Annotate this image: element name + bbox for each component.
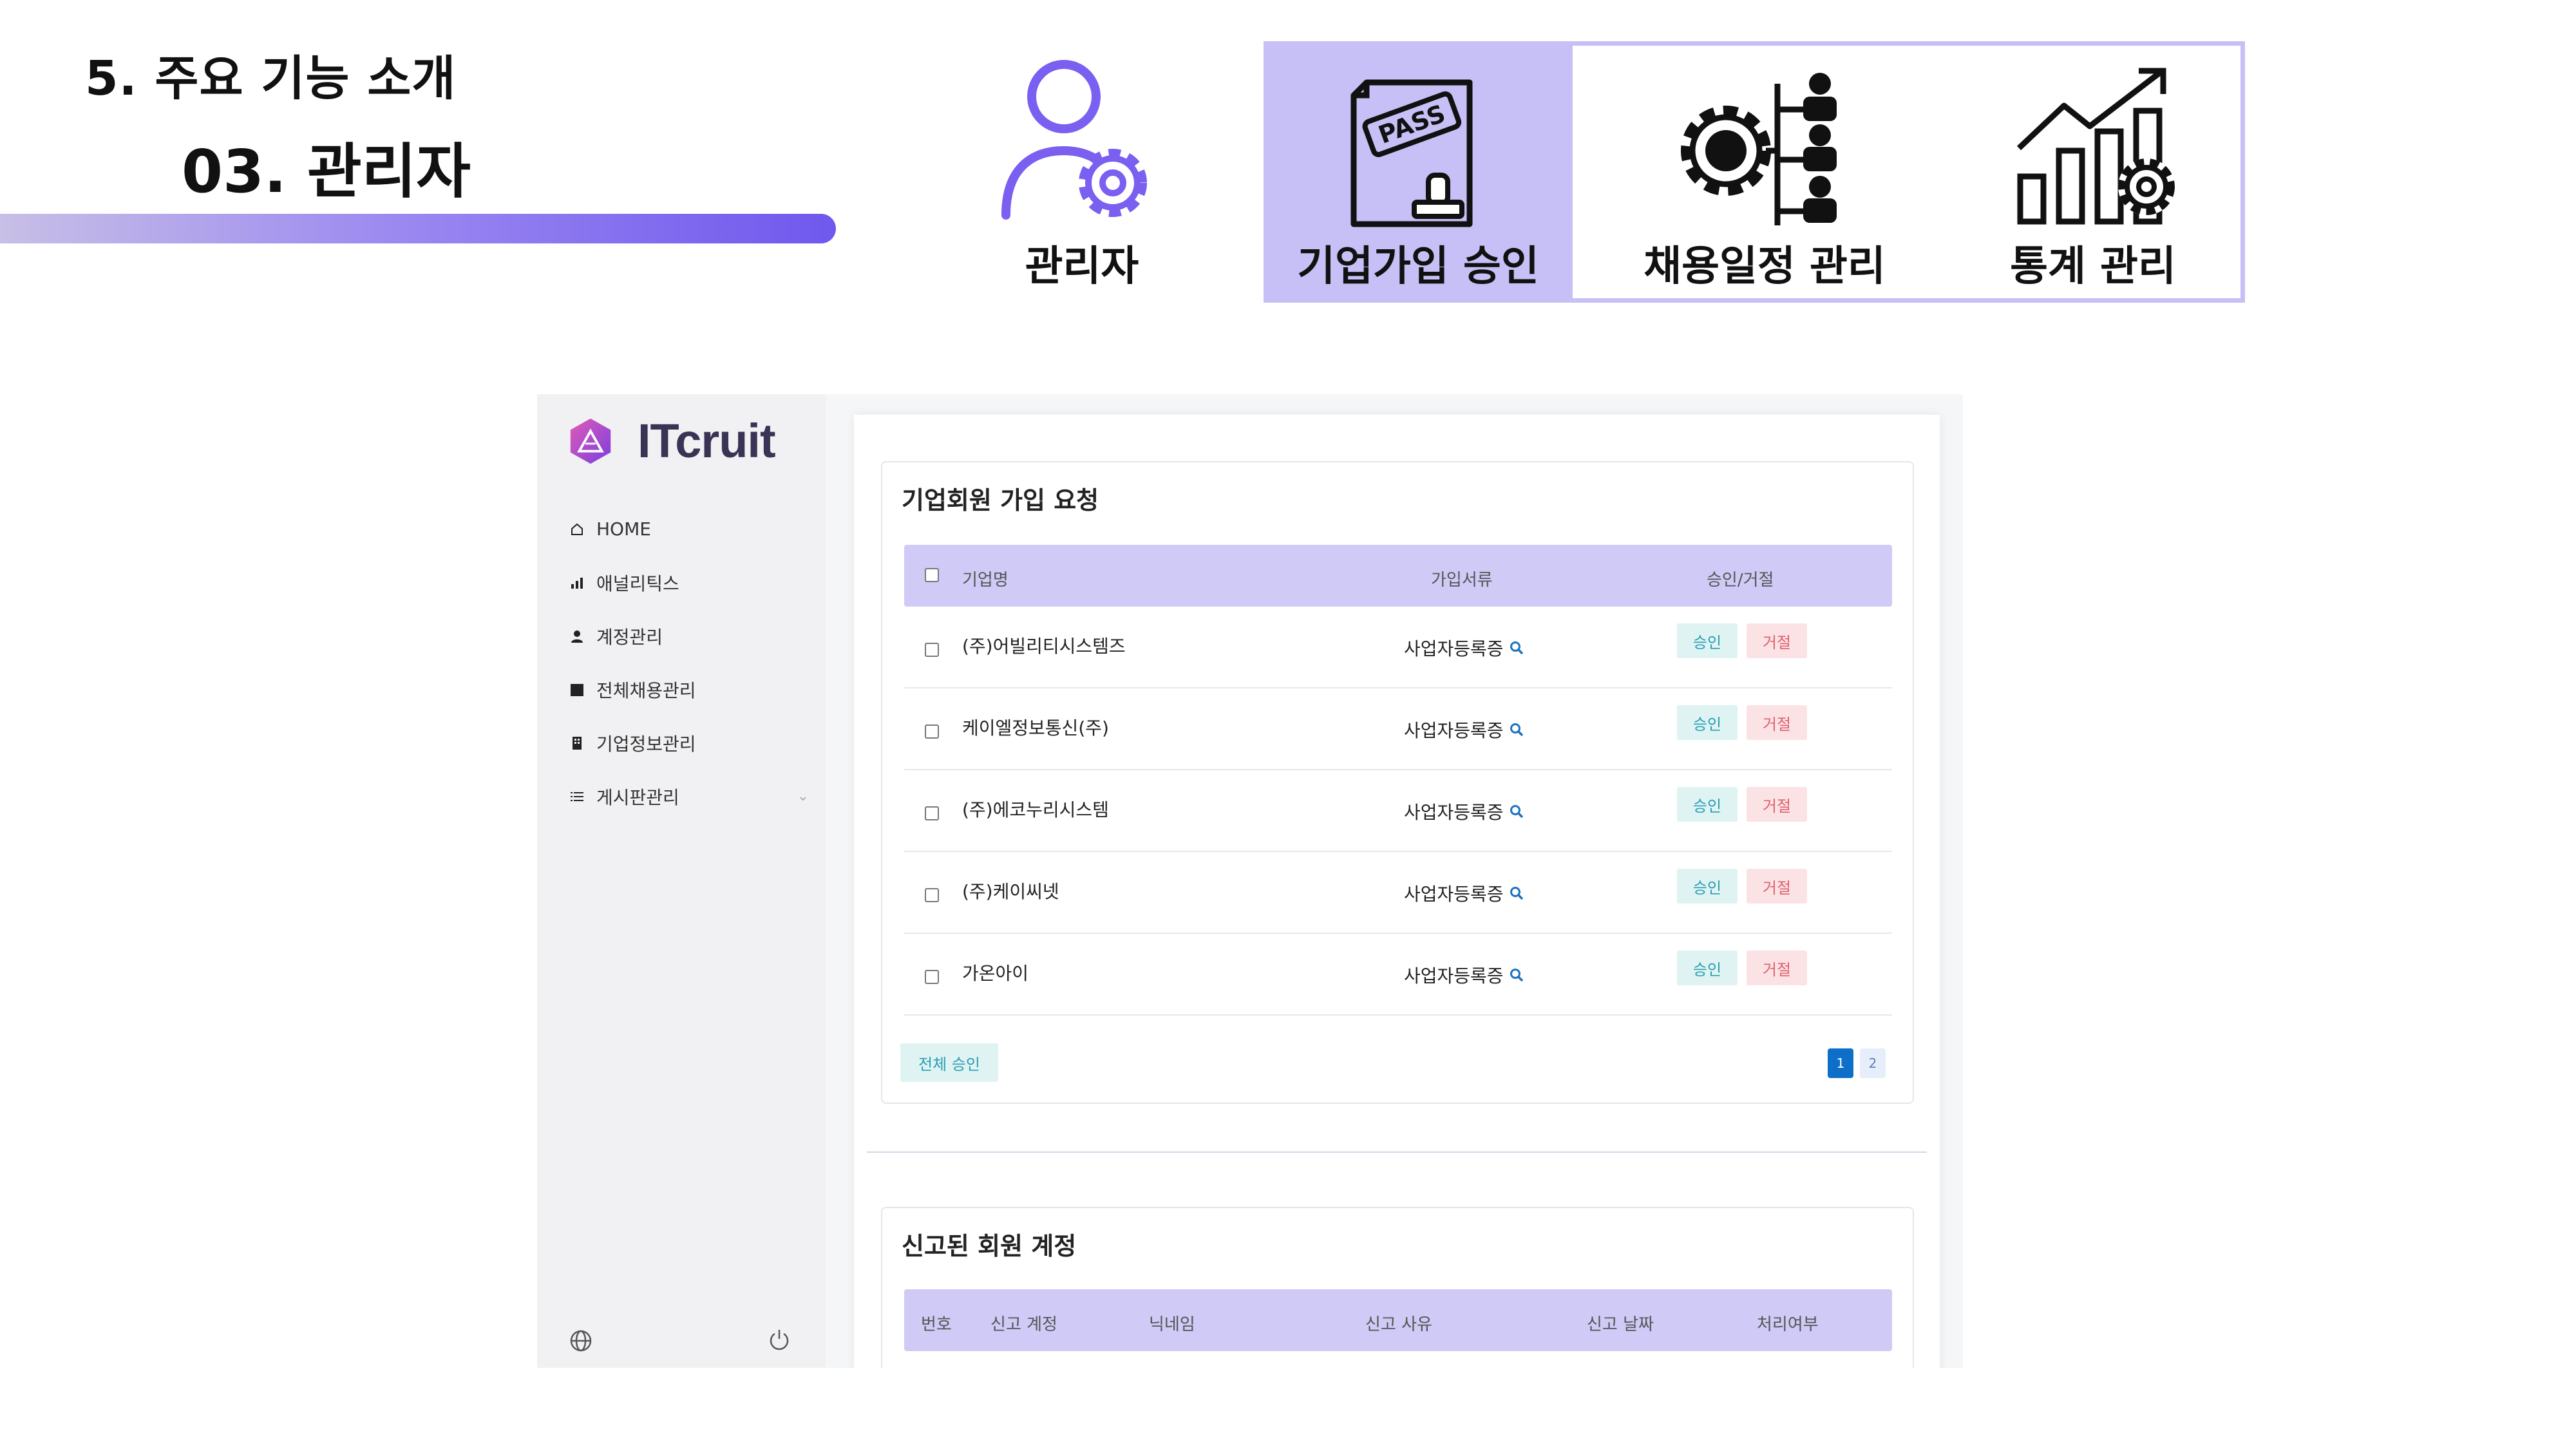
feature-admin: 관리자 xyxy=(966,41,1198,303)
admin-gear-icon xyxy=(1001,60,1147,220)
pagination-page-2[interactable]: 2 xyxy=(1860,1048,1886,1078)
sidebar-item-label: HOME xyxy=(596,518,651,540)
schedule-gear-icon xyxy=(1681,73,1837,225)
column-header[interactable]: 승인/거절 xyxy=(1707,567,1774,591)
sidebar-item-company-info[interactable]: 기업정보관리 xyxy=(569,716,809,770)
row-checkbox[interactable] xyxy=(925,888,939,902)
power-icon[interactable] xyxy=(768,1328,791,1351)
sidebar-item-accounts[interactable]: 계정관리 xyxy=(569,609,809,663)
document-link[interactable]: 사업자등록증 xyxy=(1404,635,1524,661)
sidebar: ITcruit HOME 애널리틱스 계정관리 전체채용관리 기업정보관리 게시… xyxy=(537,394,826,1368)
table-row: (주)어빌리티시스템즈 사업자등록증 승인 거절 xyxy=(904,607,1892,688)
sidebar-item-label: 게시판관리 xyxy=(596,786,679,808)
building-icon xyxy=(569,735,585,751)
search-icon xyxy=(1510,969,1523,982)
column-header[interactable]: 처리여부 xyxy=(1757,1311,1819,1335)
reject-button[interactable]: 거절 xyxy=(1747,787,1807,822)
calendar-icon xyxy=(569,682,585,697)
feature-signup-approval: PASS 기업가입 승인 xyxy=(1264,41,1573,303)
company-name: 케이엘정보통신(주) xyxy=(962,717,1109,739)
brand-logo-icon xyxy=(570,418,611,464)
approve-button[interactable]: 승인 xyxy=(1677,623,1738,658)
pagination-page-1[interactable]: 1 xyxy=(1828,1048,1853,1078)
column-header[interactable]: 기업명 xyxy=(962,567,1009,591)
column-header[interactable]: 번호 xyxy=(921,1311,952,1335)
brand[interactable]: ITcruit xyxy=(565,413,776,468)
column-header[interactable]: 신고 계정 xyxy=(990,1311,1057,1335)
feature-stats: 통계 관리 xyxy=(1958,41,2228,303)
reported-accounts-panel: 신고된 회원 계정 번호 신고 계정 닉네임 신고 사유 신고 날짜 처리여부 xyxy=(881,1207,1914,1368)
reject-button[interactable]: 거절 xyxy=(1747,951,1807,985)
company-name: (주)에코누리시스템 xyxy=(962,799,1109,820)
select-all-checkbox[interactable] xyxy=(925,568,939,582)
panel-title: 신고된 회원 계정 xyxy=(902,1232,1077,1260)
sidebar-item-board[interactable]: 게시판관리 ⌄ xyxy=(569,770,809,823)
feature-label: 기업가입 승인 xyxy=(1297,243,1539,290)
table-row: (주)에코누리시스템 사업자등록증 승인 거절 xyxy=(904,770,1892,852)
table-row: 가온아이 사업자등록증 승인 거절 xyxy=(904,934,1892,1016)
chevron-down-icon[interactable]: ⌄ xyxy=(797,788,809,804)
user-icon xyxy=(569,629,585,644)
document-link[interactable]: 사업자등록증 xyxy=(1404,962,1524,988)
table-header: 번호 신고 계정 닉네임 신고 사유 신고 날짜 처리여부 xyxy=(904,1289,1892,1351)
sidebar-item-label: 애널리틱스 xyxy=(596,573,679,594)
section-divider xyxy=(867,1151,1927,1153)
pass-stamp-icon: PASS xyxy=(1350,79,1473,227)
search-icon xyxy=(1510,887,1523,900)
sidebar-item-analytics[interactable]: 애널리틱스 xyxy=(569,556,809,609)
sidebar-item-home[interactable]: HOME xyxy=(569,502,809,556)
feature-schedule: 채용일정 관리 xyxy=(1597,41,1932,303)
approve-button[interactable]: 승인 xyxy=(1677,869,1738,904)
company-name: (주)케이씨넷 xyxy=(962,881,1059,902)
document-link[interactable]: 사업자등록증 xyxy=(1404,880,1524,906)
search-icon xyxy=(1510,641,1523,655)
slide-heading: 5. 주요 기능 소개 xyxy=(85,51,457,106)
feature-label: 채용일정 관리 xyxy=(1643,243,1886,290)
approve-all-button[interactable]: 전체 승인 xyxy=(900,1043,998,1082)
row-checkbox[interactable] xyxy=(925,724,939,739)
search-icon xyxy=(1510,805,1523,819)
list-icon xyxy=(569,789,585,804)
bar-chart-icon xyxy=(569,575,585,591)
sidebar-item-label: 계정관리 xyxy=(596,626,663,648)
app-screenshot: ITcruit HOME 애널리틱스 계정관리 전체채용관리 기업정보관리 게시… xyxy=(537,394,1963,1368)
approve-button[interactable]: 승인 xyxy=(1677,787,1738,822)
row-checkbox[interactable] xyxy=(925,643,939,657)
sidebar-item-recruitment[interactable]: 전체채용관리 xyxy=(569,663,809,716)
column-header[interactable]: 닉네임 xyxy=(1149,1311,1195,1335)
stats-chart-icon xyxy=(2016,68,2175,225)
document-link[interactable]: 사업자등록증 xyxy=(1404,717,1524,743)
accent-bar xyxy=(0,214,836,243)
company-name: 가온아이 xyxy=(962,963,1029,984)
column-header[interactable]: 가입서류 xyxy=(1431,567,1493,591)
table-row: 케이엘정보통신(주) 사업자등록증 승인 거절 xyxy=(904,688,1892,770)
home-icon xyxy=(569,522,585,537)
panel-title: 기업회원 가입 요청 xyxy=(902,486,1099,515)
row-checkbox[interactable] xyxy=(925,806,939,820)
slide-subheading: 03. 관리자 xyxy=(182,137,471,206)
table-header: 기업명 가입서류 승인/거절 xyxy=(904,545,1892,607)
sidebar-nav: HOME 애널리틱스 계정관리 전체채용관리 기업정보관리 게시판관리 ⌄ xyxy=(569,502,809,823)
column-header[interactable]: 신고 사유 xyxy=(1365,1311,1432,1335)
signup-requests-panel: 기업회원 가입 요청 기업명 가입서류 승인/거절 (주)어빌리티시스템즈 사업… xyxy=(881,461,1914,1104)
globe-icon[interactable] xyxy=(569,1329,592,1352)
sidebar-item-label: 전체채용관리 xyxy=(596,679,696,701)
approve-button[interactable]: 승인 xyxy=(1677,951,1738,985)
reject-button[interactable]: 거절 xyxy=(1747,705,1807,740)
brand-name: ITcruit xyxy=(638,414,776,468)
document-link[interactable]: 사업자등록증 xyxy=(1404,799,1524,824)
approve-button[interactable]: 승인 xyxy=(1677,705,1738,740)
reject-button[interactable]: 거절 xyxy=(1747,623,1807,658)
row-checkbox[interactable] xyxy=(925,970,939,984)
sidebar-item-label: 기업정보관리 xyxy=(596,733,696,755)
main-content: 기업회원 가입 요청 기업명 가입서류 승인/거절 (주)어빌리티시스템즈 사업… xyxy=(854,415,1940,1368)
reject-button[interactable]: 거절 xyxy=(1747,869,1807,904)
feature-label: 통계 관리 xyxy=(2010,243,2176,290)
company-name: (주)어빌리티시스템즈 xyxy=(962,636,1126,657)
search-icon xyxy=(1510,723,1523,737)
table-row: (주)케이씨넷 사업자등록증 승인 거절 xyxy=(904,852,1892,934)
column-header[interactable]: 신고 날짜 xyxy=(1587,1311,1654,1335)
feature-label: 관리자 xyxy=(1025,243,1139,290)
